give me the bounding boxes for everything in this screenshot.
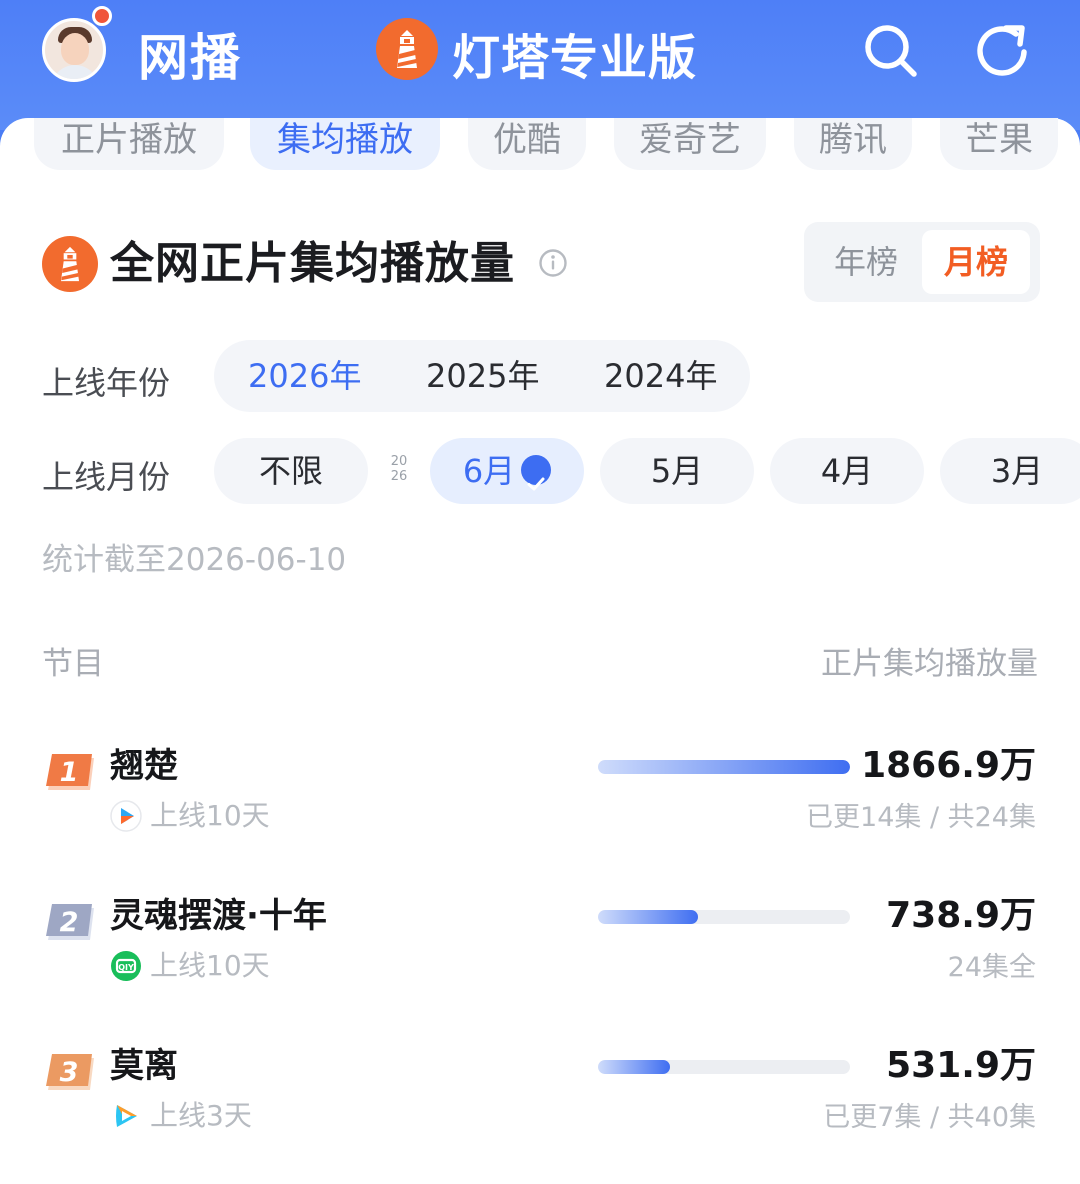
column-header-avg-plays: 正片集均播放量 [821,646,1038,682]
tab-avg-plays[interactable]: 集均播放 [250,118,440,170]
iqiyi-icon: QIY [111,951,141,981]
days-online: 上线10天 [150,949,270,982]
tab-iqiyi[interactable]: 爱奇艺 [614,118,766,170]
month-option-all[interactable]: 不限 [214,438,368,504]
plays-bar-fill [598,1060,670,1074]
month-filter-label: 上线月份 [42,458,171,496]
rank-badge: 3 [44,1052,96,1092]
tab-tencent[interactable]: 腾讯 [794,118,912,170]
rank-badge: 1 [44,752,96,792]
tab-mango[interactable]: 芒果 [940,118,1058,170]
show-title: 翘楚 [110,746,178,786]
tencent-video-icon [116,1105,137,1127]
plays-bar-track [598,910,850,924]
info-icon[interactable] [538,248,568,278]
episode-status: 已更14集 / 共24集 [806,802,1036,833]
toggle-month-ranking[interactable]: 月榜 [922,230,1030,294]
user-avatar[interactable] [42,18,106,82]
ranking-row[interactable]: 2 灵魂摆渡·十年 QIY 上线10天 738.9万 24集全 [0,894,1080,1004]
search-icon[interactable] [860,20,920,80]
ranking-card: 正片播放 集均播放 优酷 爱奇艺 腾讯 芒果 全网正片集均播放量 年榜 月榜 上… [0,118,1080,1184]
year-option-2026[interactable]: 2026年 [248,340,361,412]
year-marker: 20 26 [390,454,408,484]
svg-text:1: 1 [60,757,79,788]
plays-bar-track [598,1060,850,1074]
youku-icon [110,800,142,832]
year-option-2025[interactable]: 2025年 [426,340,539,412]
year-option-2024[interactable]: 2024年 [604,340,717,412]
toggle-year-ranking[interactable]: 年榜 [812,230,920,294]
month-option-may[interactable]: 5月 [600,438,754,504]
ranking-period-toggle: 年榜 月榜 [804,222,1040,302]
month-option-march[interactable]: 3月 [940,438,1080,504]
show-title: 灵魂摆渡·十年 [110,896,327,936]
tab-youku[interactable]: 优酷 [468,118,586,170]
plays-bar-fill [598,760,850,774]
app-title: 网播 [138,29,242,87]
month-option-june[interactable]: 6月 [430,438,584,504]
svg-text:3: 3 [60,1057,79,1088]
episode-status: 24集全 [947,952,1036,983]
year-filter-group: 2026年 2025年 2024年 [214,340,750,412]
svg-text:2: 2 [60,907,79,938]
notification-dot [92,6,112,26]
tab-bar: 正片播放 集均播放 优酷 爱奇艺 腾讯 芒果 [0,118,1080,178]
avg-plays-value: 1866.9万 [861,745,1036,786]
year-filter-label: 上线年份 [42,364,171,402]
plays-bar-fill [598,910,698,924]
section-title: 全网正片集均播放量 [110,238,515,289]
refresh-icon[interactable] [972,20,1032,80]
rank-badge: 2 [44,902,96,942]
days-online: 上线10天 [150,799,270,832]
month-option-april[interactable]: 4月 [770,438,924,504]
svg-text:QIY: QIY [118,963,134,972]
avg-plays-value: 531.9万 [886,1045,1036,1086]
month-june-label: 6月 [462,452,516,490]
brand-name: 灯塔专业版 [452,30,698,86]
lighthouse-logo-icon [42,236,98,292]
ranking-row[interactable]: 3 莫离 上线3天 531.9万 已更7集 / 共40集 [0,1044,1080,1154]
column-header-show: 节目 [42,646,104,682]
lighthouse-logo-icon [376,18,438,80]
ranking-row[interactable]: 1 翘楚 上线10天 1866.9万 已更14集 / 共24集 [0,744,1080,854]
avg-plays-value: 738.9万 [886,895,1036,936]
days-online: 上线3天 [150,1099,252,1132]
tab-main-plays[interactable]: 正片播放 [34,118,224,170]
show-title: 莫离 [110,1046,178,1086]
stats-as-of-date: 统计截至2026-06-10 [42,542,347,578]
episode-status: 已更7集 / 共40集 [823,1102,1036,1133]
top-bar: 网播 灯塔专业版 [0,0,1080,130]
plays-bar-track [598,760,850,774]
checkmark-icon [521,455,552,491]
